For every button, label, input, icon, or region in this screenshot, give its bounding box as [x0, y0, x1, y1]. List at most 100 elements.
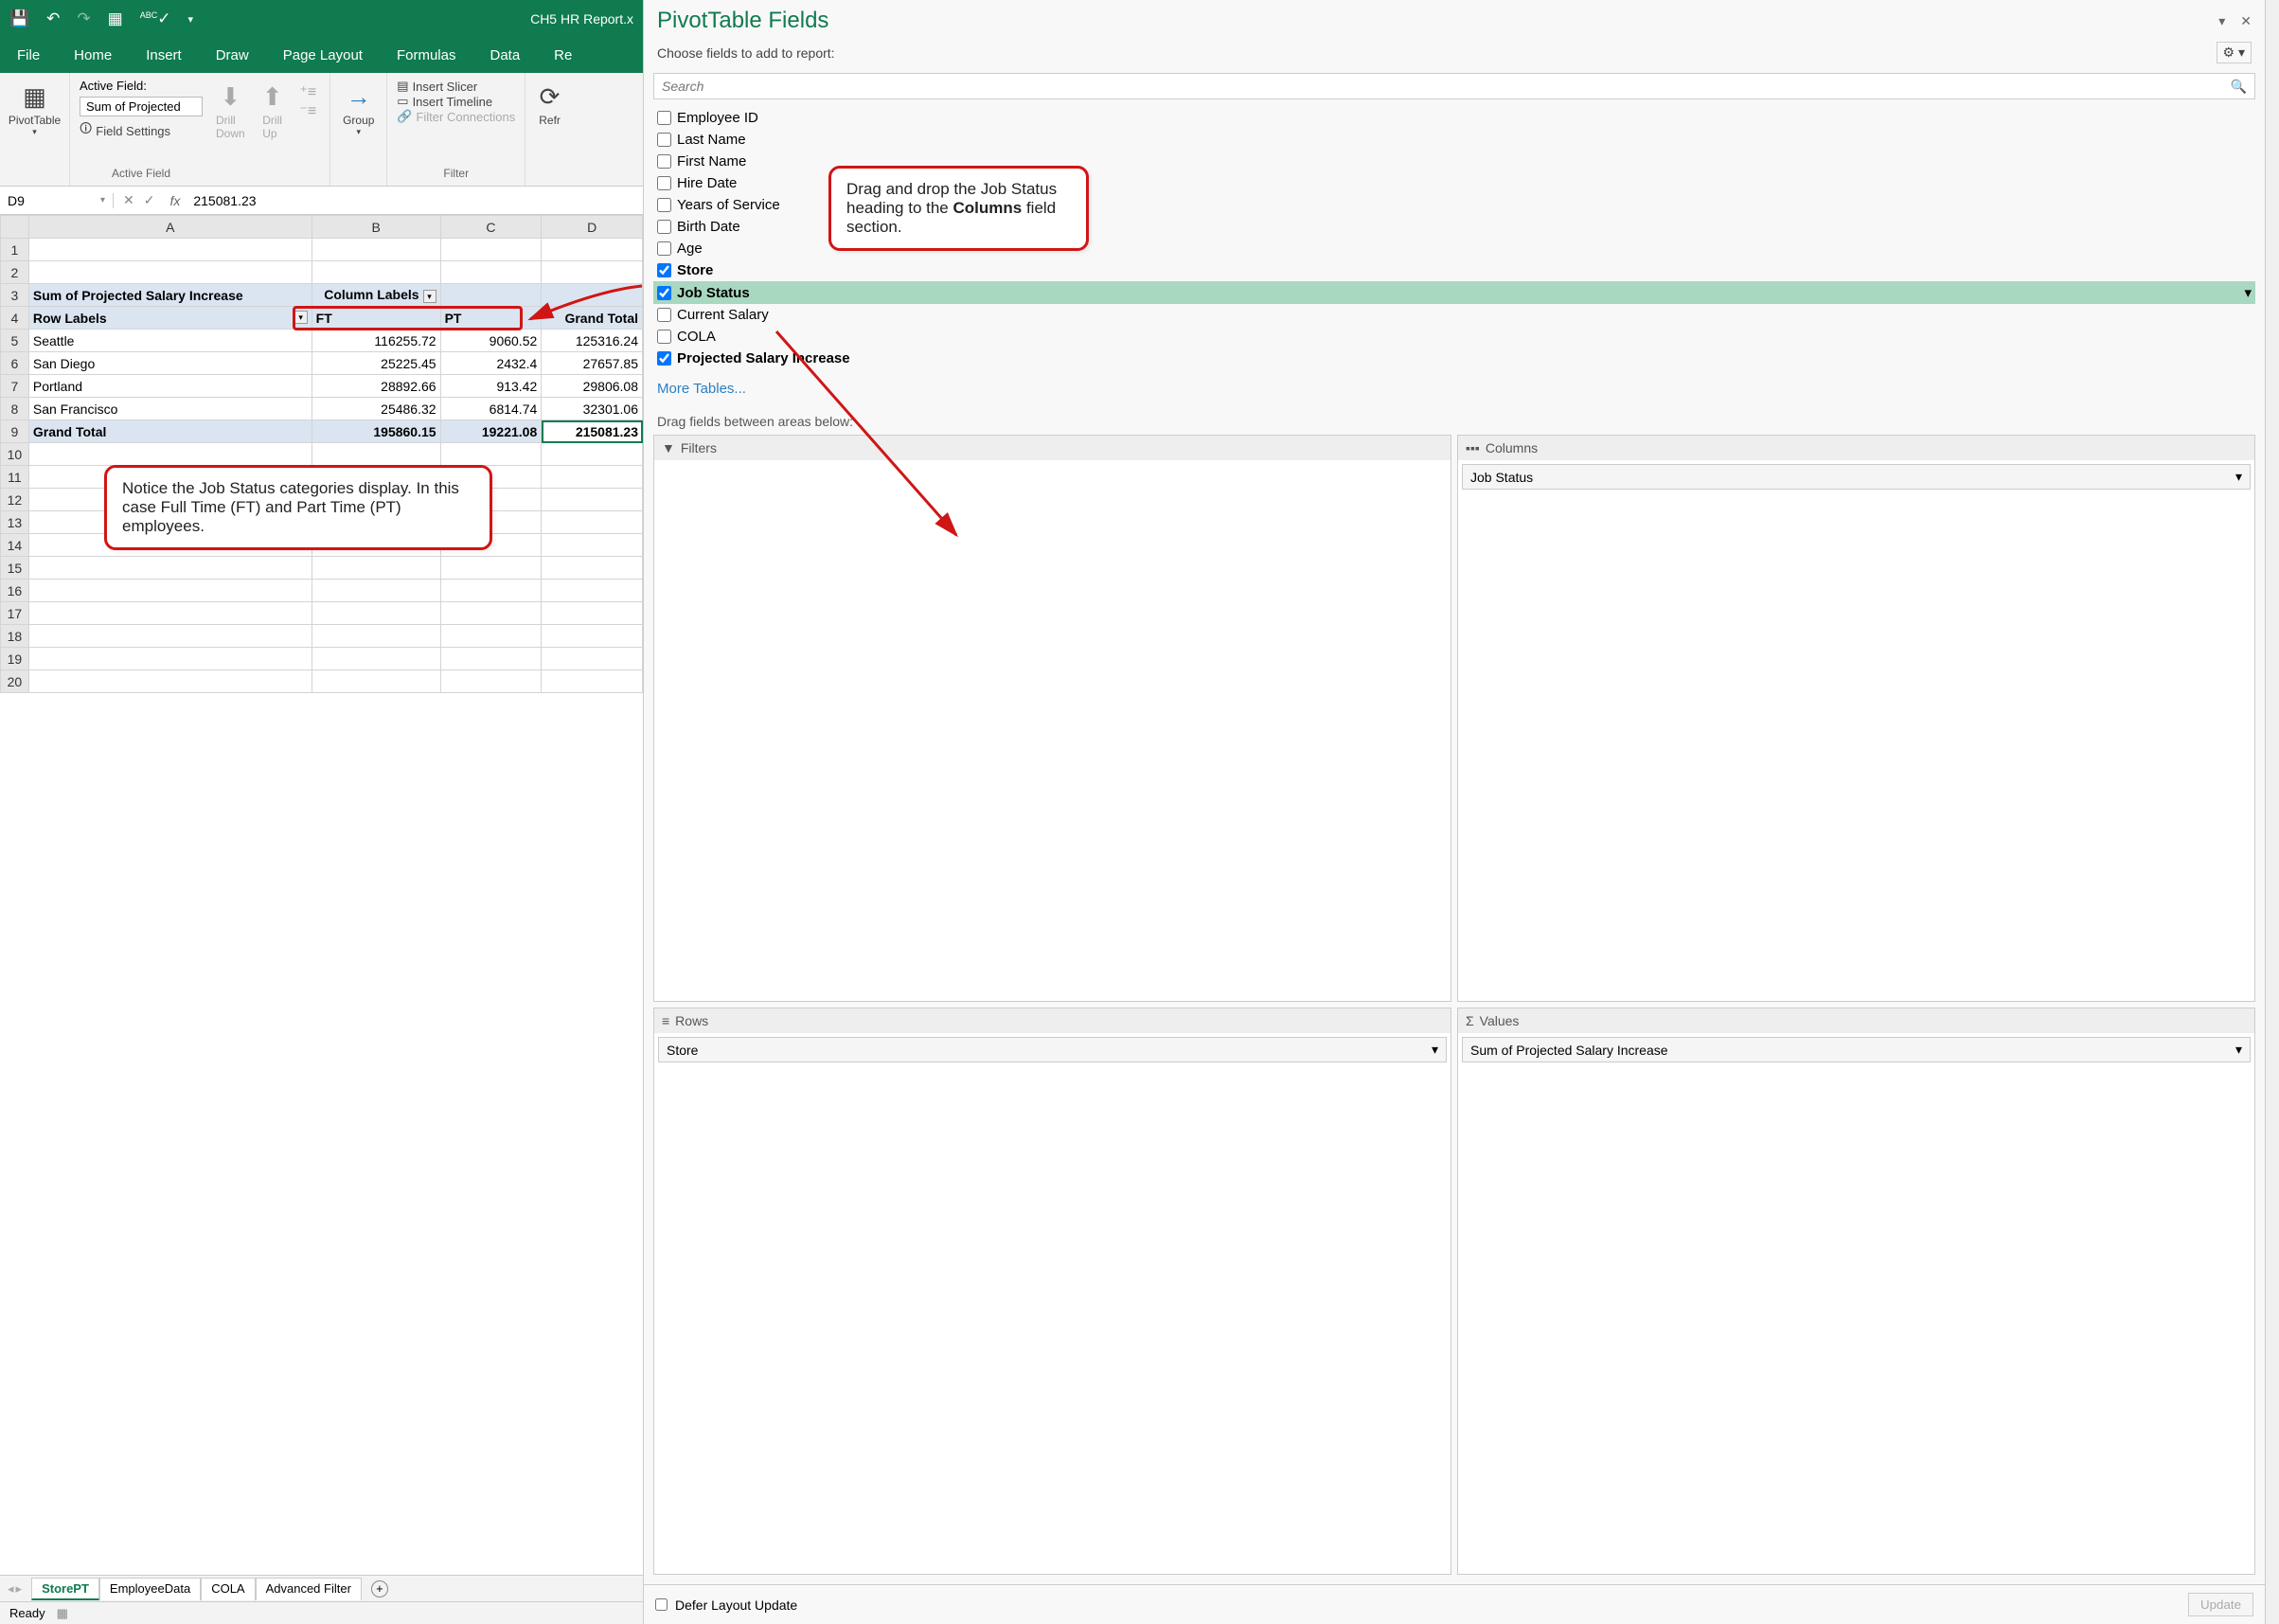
- fx-icon[interactable]: fx: [169, 193, 180, 208]
- spreadsheet-grid[interactable]: A B C D 123Sum of Projected Salary Incre…: [0, 215, 643, 693]
- col-header-B[interactable]: B: [312, 216, 440, 239]
- cell[interactable]: [312, 239, 440, 261]
- macro-record-icon[interactable]: ▦: [57, 1606, 68, 1621]
- cell[interactable]: [542, 602, 643, 625]
- cell[interactable]: [312, 648, 440, 670]
- row-header[interactable]: 11: [1, 466, 29, 489]
- rows-area[interactable]: ≡Rows Store▾: [653, 1008, 1451, 1575]
- field-checkbox[interactable]: [657, 154, 671, 169]
- row-header[interactable]: 2: [1, 261, 29, 284]
- field-checkbox[interactable]: [657, 176, 671, 190]
- field-item[interactable]: Projected Salary Increase: [653, 348, 2255, 369]
- redo-icon[interactable]: ↷: [77, 9, 90, 28]
- field-settings-button[interactable]: 🛈Field Settings: [80, 120, 203, 141]
- tab-home[interactable]: Home: [57, 38, 129, 73]
- cancel-icon[interactable]: ✕: [123, 192, 134, 208]
- cell[interactable]: [440, 602, 542, 625]
- scroll-first-icon[interactable]: ◂: [8, 1581, 14, 1597]
- cell[interactable]: [542, 534, 643, 557]
- save-icon[interactable]: 💾: [9, 9, 29, 28]
- cell[interactable]: [312, 261, 440, 284]
- pivottable-button[interactable]: ▦ PivotTable ▾: [9, 79, 60, 141]
- field-search[interactable]: 🔍: [653, 73, 2255, 99]
- row-header[interactable]: 1: [1, 239, 29, 261]
- cell[interactable]: 27657.85: [542, 352, 643, 375]
- filters-area[interactable]: ▼Filters: [653, 435, 1451, 1002]
- cell[interactable]: [28, 261, 312, 284]
- field-checkbox[interactable]: [657, 286, 671, 300]
- spellcheck-icon[interactable]: ABC✓: [140, 9, 171, 28]
- cell[interactable]: [542, 239, 643, 261]
- group-button[interactable]: → Group ▾: [340, 79, 377, 141]
- cell[interactable]: [542, 443, 643, 466]
- cell[interactable]: [440, 261, 542, 284]
- cell[interactable]: [440, 648, 542, 670]
- cell[interactable]: San Francisco: [28, 398, 312, 420]
- cell[interactable]: [542, 580, 643, 602]
- field-checkbox[interactable]: [657, 198, 671, 212]
- row-header[interactable]: 20: [1, 670, 29, 693]
- field-checkbox[interactable]: [657, 111, 671, 125]
- table-icon[interactable]: ▦: [108, 9, 123, 28]
- cell[interactable]: Sum of Projected Salary Increase: [28, 284, 312, 307]
- cell[interactable]: 6814.74: [440, 398, 542, 420]
- chevron-down-icon[interactable]: ▾: [2244, 284, 2252, 301]
- cell[interactable]: [312, 670, 440, 693]
- row-header[interactable]: 4: [1, 307, 29, 330]
- area-field-pill[interactable]: Sum of Projected Salary Increase▾: [1462, 1037, 2251, 1062]
- refresh-button[interactable]: ⟳ Refr: [535, 79, 564, 131]
- cell[interactable]: 28892.66: [312, 375, 440, 398]
- tab-page-layout[interactable]: Page Layout: [266, 38, 380, 73]
- tab-review[interactable]: Re: [537, 38, 589, 73]
- scroll-next-icon[interactable]: ▸: [16, 1581, 23, 1597]
- field-checkbox[interactable]: [657, 220, 671, 234]
- values-area[interactable]: ΣValues Sum of Projected Salary Increase…: [1457, 1008, 2255, 1575]
- row-header[interactable]: 18: [1, 625, 29, 648]
- cell[interactable]: [440, 284, 542, 307]
- tab-insert[interactable]: Insert: [129, 38, 199, 73]
- tab-file[interactable]: File: [0, 38, 57, 73]
- row-header[interactable]: 6: [1, 352, 29, 375]
- field-checkbox[interactable]: [657, 133, 671, 147]
- cell[interactable]: [542, 511, 643, 534]
- field-checkbox[interactable]: [657, 330, 671, 344]
- defer-layout-checkbox[interactable]: Defer Layout Update: [655, 1597, 797, 1613]
- close-icon[interactable]: ✕: [2240, 13, 2252, 29]
- row-header[interactable]: 9: [1, 420, 29, 443]
- search-input[interactable]: [654, 74, 2223, 98]
- cell[interactable]: [312, 443, 440, 466]
- cell[interactable]: Grand Total: [542, 307, 643, 330]
- cell[interactable]: [542, 284, 643, 307]
- sheet-tab[interactable]: COLA: [201, 1578, 255, 1600]
- formula-input[interactable]: 215081.23: [186, 193, 643, 208]
- cell[interactable]: Seattle: [28, 330, 312, 352]
- cell[interactable]: 25486.32: [312, 398, 440, 420]
- cell[interactable]: [312, 602, 440, 625]
- row-header[interactable]: 8: [1, 398, 29, 420]
- field-item[interactable]: Last Name: [653, 129, 2255, 151]
- cell[interactable]: 116255.72: [312, 330, 440, 352]
- row-header[interactable]: 15: [1, 557, 29, 580]
- row-header[interactable]: 13: [1, 511, 29, 534]
- cell[interactable]: San Diego: [28, 352, 312, 375]
- col-header-C[interactable]: C: [440, 216, 542, 239]
- cell[interactable]: Row Labels▾: [28, 307, 312, 330]
- cell[interactable]: [312, 625, 440, 648]
- cell[interactable]: Grand Total: [28, 420, 312, 443]
- cell[interactable]: [440, 443, 542, 466]
- field-item[interactable]: Employee ID: [653, 107, 2255, 129]
- cell[interactable]: [28, 239, 312, 261]
- field-item[interactable]: Job Status▾: [653, 281, 2255, 304]
- pane-options-icon[interactable]: ▾: [2218, 13, 2225, 29]
- cell[interactable]: 125316.24: [542, 330, 643, 352]
- row-header[interactable]: 10: [1, 443, 29, 466]
- new-sheet-button[interactable]: +: [371, 1580, 388, 1597]
- cell[interactable]: [28, 580, 312, 602]
- sheet-tab[interactable]: Advanced Filter: [256, 1578, 362, 1600]
- cell[interactable]: [440, 625, 542, 648]
- cell[interactable]: [440, 580, 542, 602]
- cell[interactable]: [542, 261, 643, 284]
- cell[interactable]: [440, 557, 542, 580]
- cell[interactable]: 913.42: [440, 375, 542, 398]
- cell[interactable]: [312, 580, 440, 602]
